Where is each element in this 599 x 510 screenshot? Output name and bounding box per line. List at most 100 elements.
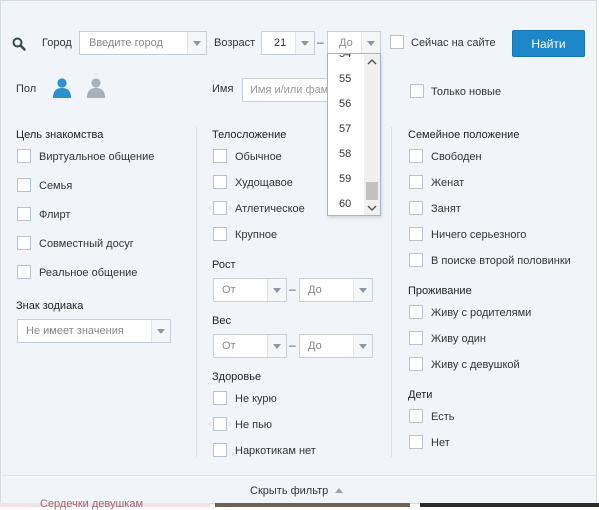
- hide-filter-label: Скрыть фильтр: [250, 485, 329, 497]
- goal-option: Семья: [39, 180, 73, 192]
- height-from-select[interactable]: От: [213, 278, 287, 302]
- living-title: Проживание: [408, 285, 472, 297]
- family-checkbox[interactable]: [409, 149, 423, 163]
- family-option: В поиске второй половинки: [431, 255, 571, 267]
- family-title: Семейное положение: [408, 129, 520, 141]
- goal-checkbox[interactable]: [17, 178, 31, 192]
- range-dash: –: [289, 338, 296, 352]
- online-checkbox[interactable]: [390, 35, 404, 49]
- health-checkbox[interactable]: [213, 443, 227, 457]
- health-title: Здоровье: [212, 371, 262, 383]
- column-divider: [196, 127, 197, 457]
- age-option[interactable]: 60: [339, 198, 351, 210]
- health-option: Не пью: [235, 419, 273, 431]
- goal-checkbox[interactable]: [17, 265, 31, 279]
- zodiac-value: Не имеет значения: [26, 325, 124, 337]
- search-filter-panel: Город Введите город Возраст 21 – До Сейч…: [0, 0, 597, 504]
- find-button[interactable]: Найти: [512, 30, 585, 57]
- weight-to-select[interactable]: До: [299, 334, 373, 358]
- body-option: Обычное: [235, 151, 282, 163]
- search-icon[interactable]: [12, 37, 26, 51]
- living-option: Живу один: [431, 333, 486, 345]
- zodiac-select[interactable]: Не имеет значения: [17, 319, 171, 343]
- age-option[interactable]: 55: [339, 73, 351, 85]
- goal-title: Цель знакомства: [16, 129, 104, 141]
- name-placeholder: Имя и/или фамилия: [250, 84, 330, 96]
- children-option: Есть: [431, 411, 455, 423]
- chevron-up-icon[interactable]: [367, 58, 377, 66]
- living-checkbox[interactable]: [409, 305, 423, 319]
- chevron-down-icon: [151, 320, 170, 342]
- scrollbar-thumb[interactable]: [366, 182, 378, 200]
- city-select[interactable]: Введите город: [79, 31, 207, 55]
- goal-option: Флирт: [39, 209, 71, 221]
- body-checkbox[interactable]: [213, 201, 227, 215]
- family-checkbox[interactable]: [409, 227, 423, 241]
- age-dropdown-list[interactable]: 54 55 56 57 58 59 60: [327, 53, 381, 216]
- age-option[interactable]: 58: [339, 148, 351, 160]
- goal-option: Виртуальное общение: [39, 151, 155, 163]
- children-checkbox[interactable]: [409, 409, 423, 423]
- living-checkbox[interactable]: [409, 357, 423, 371]
- range-dash: –: [289, 282, 296, 296]
- height-to-select[interactable]: До: [299, 278, 373, 302]
- health-checkbox[interactable]: [213, 417, 227, 431]
- city-placeholder: Введите город: [89, 37, 163, 49]
- card-caption: Сердечки девушкам: [40, 498, 144, 510]
- weight-to-value: До: [308, 340, 322, 352]
- age-label: Возраст: [214, 37, 256, 49]
- only-new-checkbox[interactable]: [410, 84, 424, 98]
- body-checkbox[interactable]: [213, 175, 227, 189]
- chevron-down-icon: [353, 279, 372, 301]
- family-option: Ничего серьезного: [431, 229, 527, 241]
- online-label: Сейчас на сайте: [411, 37, 496, 49]
- height-to-value: До: [308, 284, 322, 296]
- body-option: Крупное: [235, 229, 278, 241]
- age-option[interactable]: 57: [339, 123, 351, 135]
- health-option: Наркотикам нет: [235, 445, 316, 457]
- body-checkbox[interactable]: [213, 149, 227, 163]
- chevron-down-icon: [361, 32, 380, 54]
- family-checkbox[interactable]: [409, 201, 423, 215]
- family-checkbox[interactable]: [409, 253, 423, 267]
- name-input[interactable]: Имя и/или фамилия: [242, 78, 331, 102]
- range-dash: –: [317, 35, 324, 49]
- column-divider: [391, 127, 392, 457]
- city-label: Город: [42, 37, 72, 49]
- caret-up-icon: [335, 488, 344, 493]
- weight-from-value: От: [222, 340, 236, 352]
- age-to-value: До: [339, 37, 353, 49]
- age-option[interactable]: 54: [339, 54, 351, 60]
- age-to-select[interactable]: До: [327, 31, 381, 55]
- living-checkbox[interactable]: [409, 331, 423, 345]
- age-from-value: 21: [274, 37, 287, 49]
- age-from-select[interactable]: 21: [261, 31, 315, 55]
- goal-checkbox[interactable]: [17, 207, 31, 221]
- goal-checkbox[interactable]: [17, 149, 31, 163]
- weight-from-select[interactable]: От: [213, 334, 287, 358]
- height-from-value: От: [222, 284, 236, 296]
- health-checkbox[interactable]: [213, 391, 227, 405]
- children-checkbox[interactable]: [409, 435, 423, 449]
- living-option: Живу с девушкой: [431, 359, 520, 371]
- male-icon[interactable]: [52, 77, 72, 99]
- hide-filter-link[interactable]: Скрыть фильтр: [250, 485, 344, 497]
- chevron-down-icon[interactable]: [367, 204, 377, 212]
- body-checkbox[interactable]: [213, 227, 227, 241]
- family-option: Женат: [431, 177, 465, 189]
- chevron-down-icon: [267, 279, 286, 301]
- body-option: Худощавое: [235, 177, 293, 189]
- photo-strip: [215, 503, 410, 507]
- children-option: Нет: [431, 437, 450, 449]
- gender-label: Пол: [16, 83, 37, 95]
- name-label: Имя: [212, 83, 234, 95]
- age-option[interactable]: 59: [339, 173, 351, 185]
- goal-checkbox[interactable]: [17, 236, 31, 250]
- family-checkbox[interactable]: [409, 175, 423, 189]
- zodiac-title: Знак зодиака: [16, 300, 84, 312]
- age-option[interactable]: 56: [339, 98, 351, 110]
- body-option: Атлетическое: [235, 203, 305, 215]
- female-icon[interactable]: [86, 77, 106, 99]
- family-option: Свободен: [431, 151, 482, 163]
- only-new-label: Только новые: [431, 86, 502, 98]
